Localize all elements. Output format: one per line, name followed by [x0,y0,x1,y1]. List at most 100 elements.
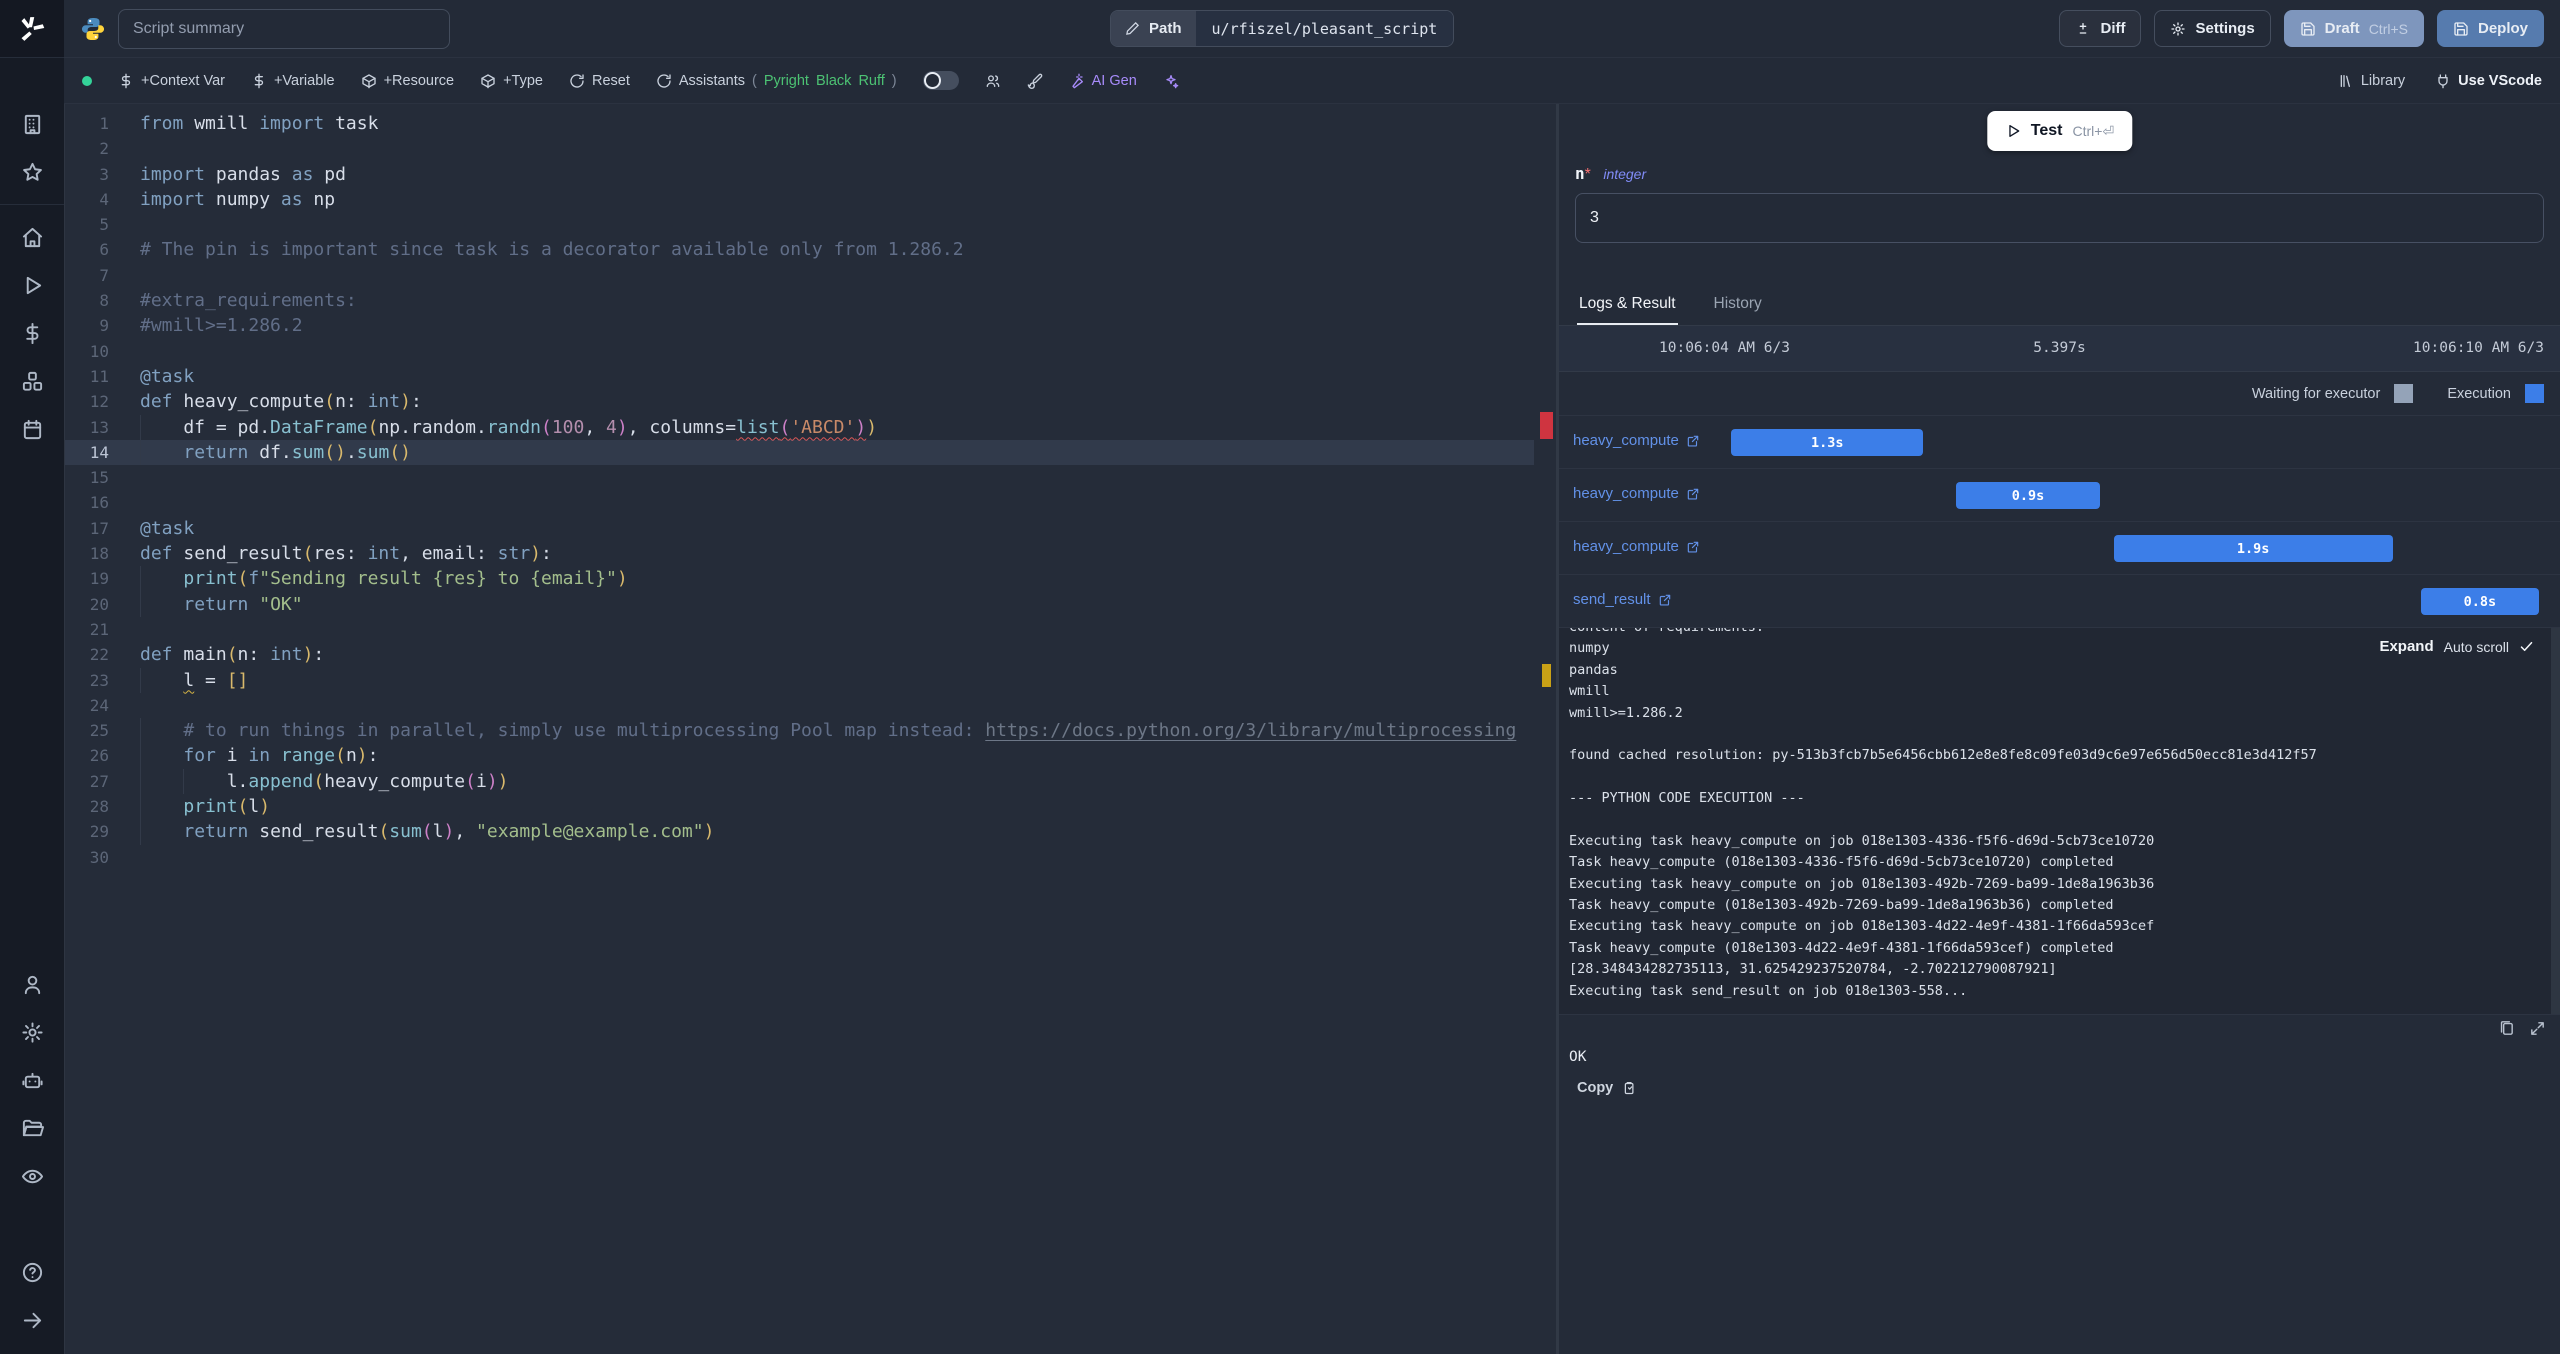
code-line: from wmill import task [140,113,379,134]
log-scrollbar[interactable] [2551,628,2560,1014]
add-variable-button[interactable]: +Variable [251,73,335,89]
copy-result-button[interactable]: Copy [1577,1080,1636,1096]
plug-icon [2438,73,2448,88]
save-icon [2301,21,2315,36]
code-line: @task [140,517,195,539]
sparkles-icon [1166,74,1179,88]
user-icon[interactable] [0,960,64,1008]
test-shortcut: Ctrl+⏎ [2072,122,2115,139]
ai-gen-button[interactable]: AI Gen [1069,73,1137,89]
code-editor[interactable]: 1 2 3 4 5 6 7 8 9 10 11 12 13 14 15 16 17 18 19 20 21 22 23 24 2… [64,104,1556,1354]
code-line: print(l) [65,794,1534,820]
tab-logs-result[interactable]: Logs & Result [1577,287,1678,325]
folder-icon[interactable] [0,1104,64,1152]
left-sidebar [0,0,64,1354]
code-line: return send_result(sum(l), "example@exam… [65,819,1534,845]
autoscroll-toggle[interactable]: Auto scroll [2444,639,2509,655]
code-line: print(f"Sending result {res} to {email}"… [65,566,1534,592]
play-icon [2008,125,2019,137]
external-link-icon [1659,594,1670,606]
settings-button[interactable]: Settings [2154,10,2271,47]
legend-execution-label: Execution [2447,385,2511,402]
use-vscode-button[interactable]: Use VScode [2435,73,2542,89]
error-marker [1540,412,1553,439]
fullscreen-icon[interactable] [2529,1020,2546,1037]
code-line: #wmill>=1.286.2 [140,315,303,337]
test-panel: Test Ctrl+⏎ n* integer Logs & Result His… [1559,104,2560,1354]
timeline-row: heavy_compute 1.3s [1559,416,2560,469]
path-edit-button[interactable]: Path [1111,11,1196,46]
play-icon[interactable] [0,261,64,309]
legend-waiting-swatch [2394,384,2414,403]
tab-history[interactable]: History [1712,287,1764,325]
timeline-start: 10:06:04 AM 6/3 [1659,340,1790,356]
assistants-status[interactable]: Assistants (Pyright Black Ruff) [656,73,897,89]
draft-button[interactable]: Draft Ctrl+S [2283,10,2424,47]
warning-marker [1542,664,1551,687]
refresh-icon [570,73,584,88]
deploy-button[interactable]: Deploy [2436,10,2544,47]
gear-icon [2171,21,2186,36]
external-link-icon [1687,541,1699,553]
check-icon [2520,641,2533,652]
arg-type: integer [1603,166,1647,182]
help-icon[interactable] [0,1248,64,1296]
building-icon[interactable] [0,100,64,148]
job-link[interactable]: heavy_compute [1573,485,1700,502]
job-link[interactable]: heavy_compute [1573,432,1700,449]
reset-button[interactable]: Reset [569,73,630,89]
windmill-logo[interactable] [0,0,64,58]
timeline-row: heavy_compute 1.9s [1559,522,2560,575]
diff-icon [2080,22,2087,34]
job-link[interactable]: send_result [1573,591,1672,608]
dollar-icon [254,73,264,88]
test-button[interactable]: Test Ctrl+⏎ [1986,111,2133,151]
resources-icon[interactable] [0,357,64,405]
dollar-icon[interactable] [0,309,64,357]
execution-bar: 1.9s [2113,535,2393,562]
topbar: Path u/rfiszel/pleasant_script Diff Sett… [64,0,2560,58]
script-summary-input[interactable] [118,8,450,49]
sparkles-icon[interactable] [1163,73,1179,89]
log-output[interactable]: content of requirements:numpypandaswmill… [1559,628,2560,1015]
diff-button[interactable]: Diff [2059,10,2142,47]
library-button[interactable]: Library [2338,73,2405,89]
settings-label: Settings [2195,20,2255,37]
add-type-button[interactable]: +Type [480,73,543,89]
arg-n-input[interactable] [1575,193,2544,243]
code-line: return "OK" [65,591,1534,617]
path-control[interactable]: Path u/rfiszel/pleasant_script [1110,10,1455,47]
legend-waiting-label: Waiting for executor [2251,385,2381,402]
code-line: def send_result(res: int, email: str): [140,543,552,565]
gear-icon[interactable] [0,1008,64,1056]
format-brush-icon[interactable] [1027,73,1043,89]
code-line: def heavy_compute(n: int): [140,391,422,413]
status-dot [82,75,92,86]
package-icon [481,73,495,88]
add-context-var-button[interactable]: +Context Var [118,73,225,89]
job-link[interactable]: heavy_compute [1573,538,1700,555]
diff-mode-toggle[interactable] [922,71,959,90]
add-resource-button[interactable]: +Resource [361,73,454,89]
code-line: df = pd.DataFrame(np.random.randn(100, 4… [65,414,1534,440]
expand-logs-button[interactable]: Expand [2379,638,2433,655]
path-label: Path [1149,20,1182,37]
timeline-row: send_result 0.8s [1559,575,2560,628]
draft-shortcut: Ctrl+S [2368,20,2408,37]
copy-logs-icon[interactable] [2498,1020,2515,1037]
timeline-end: 10:06:10 AM 6/3 [2413,340,2544,356]
timeline-row: heavy_compute 0.9s [1559,469,2560,522]
arrow-right-icon[interactable] [0,1296,64,1344]
eye-icon[interactable] [0,1152,64,1200]
wand-icon [1071,73,1083,88]
home-icon[interactable] [0,213,64,261]
robot-icon[interactable] [0,1056,64,1104]
calendar-icon[interactable] [0,405,64,453]
collaborators-icon[interactable] [985,73,1001,89]
editor-toolbar: +Context Var +Variable +Resource +Type R… [64,58,2560,104]
star-icon[interactable] [0,148,64,196]
diff-label: Diff [2100,20,2126,37]
